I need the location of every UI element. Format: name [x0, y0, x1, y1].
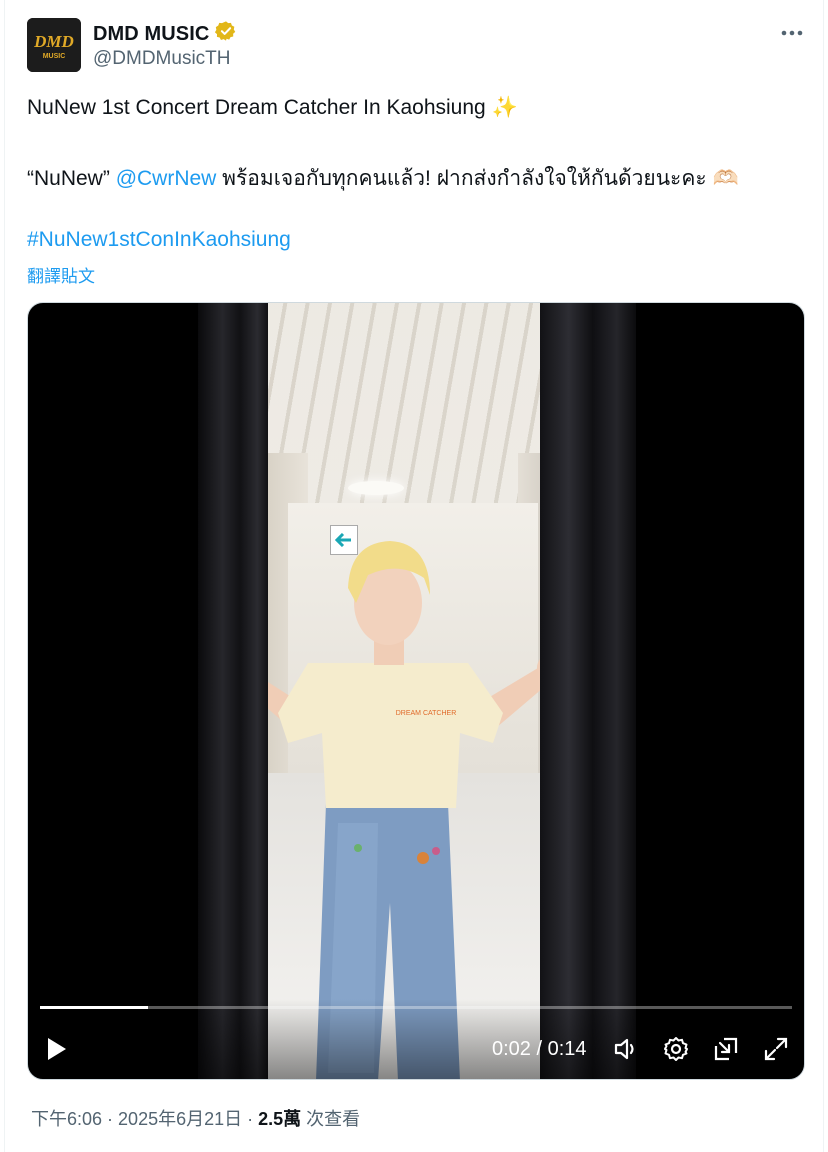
heart-hands-icon: 🫶🏻	[712, 167, 739, 190]
video-progress-bar[interactable]	[40, 1006, 792, 1009]
fullscreen-button[interactable]	[762, 1035, 790, 1063]
video-time-display: 0:02 / 0:14	[492, 1038, 587, 1061]
quoted-name-text: “NuNew”	[27, 167, 116, 190]
post-time-link[interactable]: 下午6:06	[31, 1109, 102, 1129]
svg-text:DREAM CATCHER: DREAM CATCHER	[396, 710, 457, 717]
play-button[interactable]	[46, 1036, 72, 1064]
dock-icon	[714, 1037, 738, 1061]
curtain-left	[198, 303, 268, 1079]
sparkles-icon: ✨	[491, 96, 518, 119]
thai-message-text: พร้อมเจอกับทุกคนแล้ว! ฝากส่งกำลังใจให้กั…	[216, 167, 713, 190]
fullscreen-icon	[764, 1037, 788, 1061]
meta-separator: ·	[102, 1109, 119, 1129]
author-handle[interactable]: @DMDMusicTH	[93, 48, 231, 70]
dmd-music-logo: DMD MUSIC	[27, 18, 81, 72]
volume-icon	[614, 1038, 634, 1060]
video-progress-fill	[40, 1006, 148, 1009]
more-options-button[interactable]	[777, 22, 807, 44]
tweet-title-text: NuNew 1st Concert Dream Catcher In Kaohs…	[27, 96, 492, 119]
svg-text:DMD: DMD	[33, 32, 74, 51]
dock-button[interactable]	[712, 1035, 740, 1063]
author-avatar[interactable]: DMD MUSIC	[27, 18, 81, 72]
time-separator: /	[530, 1038, 548, 1060]
volume-button[interactable]	[612, 1035, 640, 1063]
view-count: 2.5萬	[258, 1109, 302, 1129]
hashtag-link[interactable]: #NuNew1stConInKaohsiung	[27, 228, 291, 252]
meta-separator-2: ·	[242, 1109, 259, 1129]
current-time: 0:02	[492, 1038, 531, 1060]
tweet-card: DMD MUSIC DMD MUSIC @DMDMusicTH NuNew 1s…	[4, 0, 824, 1152]
post-date-link[interactable]: 2025年6月21日	[118, 1109, 242, 1129]
video-frame: DREAM CATCHER	[198, 303, 636, 1079]
video-player[interactable]: DREAM CATCHER 0:02 / 0:14	[27, 302, 805, 1080]
svg-text:MUSIC: MUSIC	[43, 53, 66, 60]
tweet-meta: 下午6:06 · 2025年6月21日 · 2.5萬 次查看	[31, 1105, 360, 1131]
more-horizontal-icon	[781, 30, 803, 36]
verified-badge-icon	[215, 20, 237, 48]
settings-gear-icon	[664, 1037, 688, 1061]
author-display-name[interactable]: DMD MUSIC	[93, 20, 237, 48]
translate-post-link[interactable]: 翻譯貼文	[27, 262, 95, 287]
play-icon	[48, 1038, 66, 1060]
view-count-label: 次查看	[301, 1109, 361, 1129]
tweet-text-line-2: “NuNew” @CwrNew พร้อมเจอกับทุกคนแล้ว! ฝา…	[27, 162, 739, 195]
settings-button[interactable]	[662, 1035, 690, 1063]
video-duration: 0:14	[547, 1038, 587, 1060]
mention-link[interactable]: @CwrNew	[116, 167, 217, 190]
tweet-text-line-1: NuNew 1st Concert Dream Catcher In Kaohs…	[27, 96, 518, 120]
curtain-right	[540, 303, 636, 1079]
author-name-text: DMD MUSIC	[93, 22, 210, 45]
